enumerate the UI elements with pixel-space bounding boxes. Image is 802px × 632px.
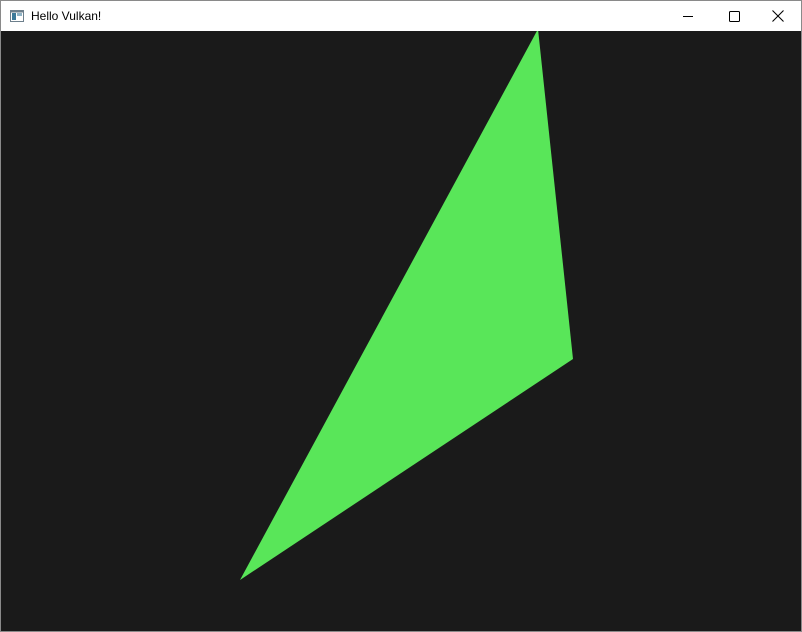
render-surface[interactable] — [1, 31, 801, 631]
close-button[interactable] — [755, 1, 801, 31]
title-bar[interactable]: Hello Vulkan! — [1, 1, 801, 31]
render-canvas — [1, 31, 801, 631]
window-app-icon — [10, 9, 24, 22]
window-title: Hello Vulkan! — [31, 9, 102, 23]
app-window: Hello Vulkan! — [0, 0, 802, 632]
maximize-icon — [728, 10, 740, 22]
close-icon — [772, 10, 784, 22]
maximize-button[interactable] — [711, 1, 757, 31]
minimize-button[interactable] — [665, 1, 711, 31]
minimize-icon — [683, 11, 693, 21]
